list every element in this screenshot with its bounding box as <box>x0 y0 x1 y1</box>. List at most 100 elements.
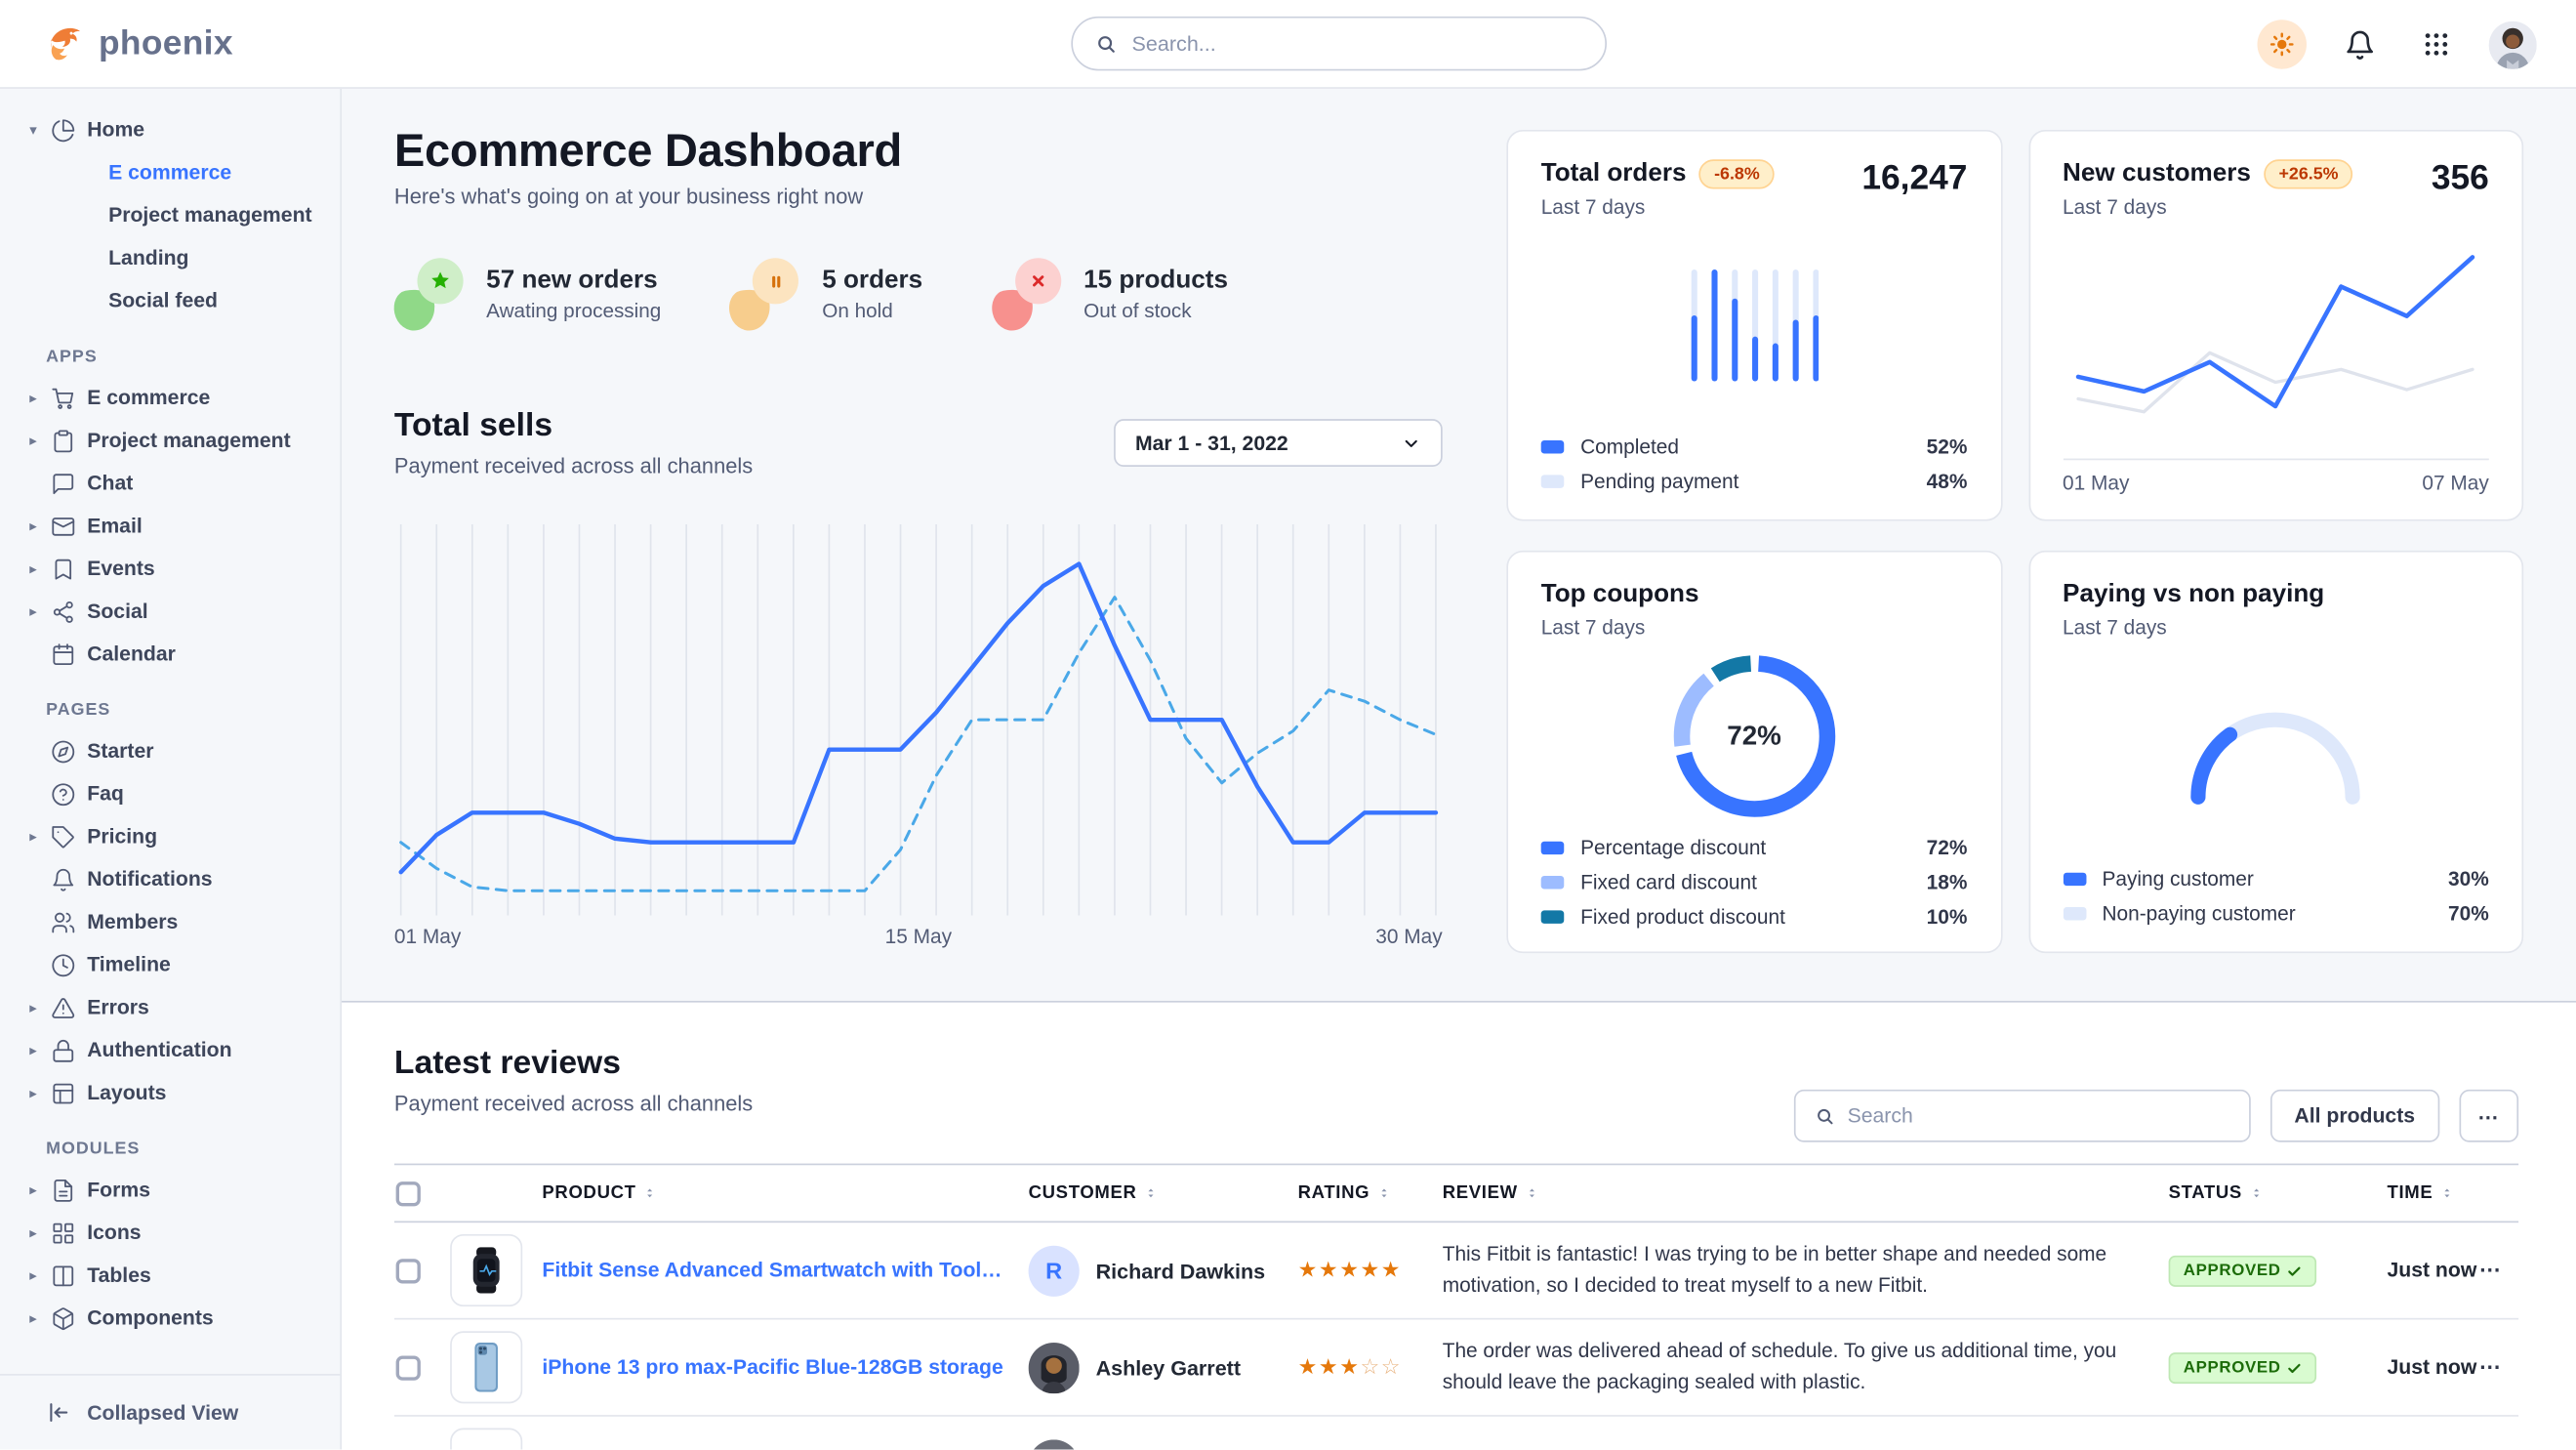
sidebar-item-events[interactable]: ▸Events <box>0 547 340 590</box>
total-sells-title: Total sells <box>394 407 753 445</box>
x-label: 01 May <box>394 926 461 949</box>
brand-logo[interactable]: phoenix <box>0 21 233 65</box>
column-header-status[interactable]: STATUS <box>2169 1183 2388 1203</box>
warning-icon <box>51 995 87 1019</box>
reviews-search-input[interactable] <box>1848 1104 2229 1128</box>
sidebar-item-label: Layouts <box>87 1081 166 1104</box>
all-products-button[interactable]: All products <box>2269 1090 2439 1142</box>
stat-sublabel: On hold <box>822 299 922 322</box>
sidebar-item-label: Forms <box>87 1179 150 1202</box>
reviews-search <box>1793 1090 2250 1142</box>
product-link[interactable]: iPhone 13 pro max-Pacific Blue-128GB sto… <box>542 1356 1028 1380</box>
customer-name: Richard Dawkins <box>1096 1258 1266 1282</box>
legend-item-non-paying-customer: Non-paying customer70% <box>2063 899 2489 928</box>
column-header-product[interactable]: PRODUCT <box>542 1183 1028 1203</box>
chat-icon <box>51 471 87 495</box>
donut-center-value: 72% <box>1657 640 1852 834</box>
review-time: Just now <box>2387 1259 2478 1282</box>
compass-icon <box>51 739 87 764</box>
row-checkbox[interactable] <box>396 1355 421 1380</box>
apps-menu-button[interactable] <box>2412 20 2461 68</box>
sidebar-item-label: Timeline <box>87 953 171 976</box>
sidebar-item-members[interactable]: Members <box>0 900 340 943</box>
coupons-legend: Percentage discount72% Fixed card discoun… <box>1541 833 1968 930</box>
notifications-button[interactable] <box>2335 20 2384 68</box>
sidebar-item-forms[interactable]: ▸Forms <box>0 1169 340 1212</box>
brand-name: phoenix <box>99 23 233 62</box>
clipboard-icon <box>51 428 87 452</box>
global-search-input[interactable] <box>1132 31 1582 56</box>
product-link[interactable]: Fitbit Sense Advanced Smartwatch with To… <box>542 1259 1028 1282</box>
sidebar-subitem-social-feed[interactable]: Social feed <box>0 279 340 322</box>
sidebar-item-social[interactable]: ▸Social <box>0 590 340 633</box>
sidebar-item-layouts[interactable]: ▸Layouts <box>0 1071 340 1114</box>
sidebar-item-errors[interactable]: ▸Errors <box>0 986 340 1029</box>
sidebar-item-email[interactable]: ▸Email <box>0 505 340 548</box>
new-customers-card: New customers +26.5% Last 7 days 356 <box>2028 130 2523 521</box>
new-customers-line-chart <box>2075 235 2476 442</box>
theme-toggle-button[interactable] <box>2257 20 2306 68</box>
caret-right-icon: ▸ <box>29 827 51 846</box>
sidebar-item-notifications[interactable]: Notifications <box>0 858 340 901</box>
sidebar-item-project-management[interactable]: ▸Project management <box>0 419 340 462</box>
user-avatar[interactable] <box>2489 21 2537 68</box>
customer-cell: RRichard Dawkins <box>1029 1245 1298 1296</box>
product-image-iphone <box>459 1340 514 1395</box>
sidebar-item-label: Social <box>87 600 147 623</box>
legend-item-percentage-discount: Percentage discount72% <box>1541 833 1968 861</box>
sidebar-item-label: Starter <box>87 739 153 763</box>
sidebar-item-chat[interactable]: Chat <box>0 462 340 505</box>
grid-icon <box>51 1221 87 1245</box>
change-badge: +26.5% <box>2264 159 2352 188</box>
sidebar-item-tables[interactable]: ▸Tables <box>0 1254 340 1297</box>
review-text: This Fitbit is fantastic! I was trying t… <box>1443 1239 2169 1303</box>
on-hold-pause-icon <box>730 258 799 330</box>
sidebar-subitem-project-management[interactable]: Project management <box>0 194 340 237</box>
sidebar-item-timeline[interactable]: Timeline <box>0 943 340 986</box>
product-thumbnail <box>450 1429 522 1450</box>
dashboard-overview: Ecommerce Dashboard Here's what's going … <box>342 89 2576 1001</box>
legend-label: Fixed card discount <box>1580 870 1757 893</box>
sidebar-subitem-e-commerce[interactable]: E commerce <box>0 151 340 194</box>
sidebar-item-label: Calendar <box>87 642 176 666</box>
sidebar-item-pricing[interactable]: ▸Pricing <box>0 815 340 858</box>
legend-value: 18% <box>1927 870 1968 893</box>
global-search <box>1071 17 1607 71</box>
sort-icon <box>1143 1183 1158 1203</box>
caret-right-icon: ▸ <box>29 1041 51 1059</box>
new-customers-x-labels: 01 May 07 May <box>2063 459 2489 495</box>
row-checkbox[interactable] <box>396 1258 421 1282</box>
collapse-sidebar-button[interactable]: Collapsed View <box>0 1374 340 1449</box>
sidebar-item-authentication[interactable]: ▸Authentication <box>0 1029 340 1072</box>
row-actions-button[interactable]: ⋯ <box>2479 1258 2503 1282</box>
card-period: Last 7 days <box>1541 616 1699 640</box>
bookmark-icon <box>51 557 87 581</box>
sidebar-item-calendar[interactable]: Calendar <box>0 633 340 676</box>
select-all-checkbox[interactable] <box>396 1181 421 1205</box>
column-header-customer[interactable]: CUSTOMER <box>1029 1183 1298 1203</box>
quick-stats: 57 new orders Awating processing <box>394 258 1443 330</box>
total-orders-card: Total orders -6.8% Last 7 days 16,247 <box>1506 130 2001 521</box>
sidebar-item-components[interactable]: ▸Components <box>0 1297 340 1340</box>
column-header-review[interactable]: REVIEW <box>1443 1183 2169 1203</box>
row-actions-button[interactable]: ⋯ <box>2479 1354 2503 1379</box>
latest-reviews-section: Latest reviews Payment received across a… <box>342 1001 2576 1449</box>
legend-label: Pending payment <box>1580 470 1738 493</box>
sidebar-item-home[interactable]: ▾Home <box>0 108 340 151</box>
date-range-select[interactable]: Mar 1 - 31, 2022 <box>1114 419 1443 467</box>
card-value: 356 <box>2432 159 2489 198</box>
sidebar-item-e-commerce[interactable]: ▸E commerce <box>0 376 340 419</box>
reviews-more-button[interactable]: ⋯ <box>2460 1090 2519 1142</box>
column-header-rating[interactable]: RATING <box>1298 1183 1443 1203</box>
card-period: Last 7 days <box>2063 195 2353 219</box>
sidebar-item-starter[interactable]: Starter <box>0 729 340 772</box>
sidebar-subitem-landing[interactable]: Landing <box>0 236 340 279</box>
card-title: Total orders <box>1541 159 1687 188</box>
legend-swatch <box>2063 872 2086 885</box>
column-header-time[interactable]: TIME <box>2387 1183 2478 1203</box>
sidebar-item-faq[interactable]: Faq <box>0 772 340 815</box>
sidebar-item-icons[interactable]: ▸Icons <box>0 1211 340 1254</box>
review-table-row <box>394 1417 2518 1450</box>
x-label: 30 May <box>1375 926 1442 949</box>
stat-out-of-stock: 15 products Out of stock <box>992 258 1228 330</box>
